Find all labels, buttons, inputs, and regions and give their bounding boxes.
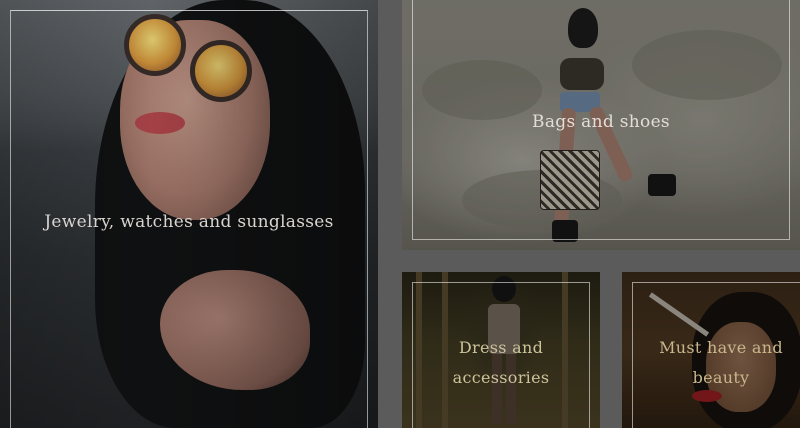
category-label[interactable]: Jewelry, watches and sunglasses	[0, 212, 378, 232]
category-tile-jewelry[interactable]: Jewelry, watches and sunglasses	[0, 0, 378, 428]
category-label[interactable]: Must have and beauty	[632, 333, 800, 393]
category-tile-bags[interactable]: Bags and shoes	[402, 0, 800, 250]
category-label[interactable]: Dress and accessories	[402, 333, 600, 393]
category-label[interactable]: Bags and shoes	[402, 112, 800, 132]
